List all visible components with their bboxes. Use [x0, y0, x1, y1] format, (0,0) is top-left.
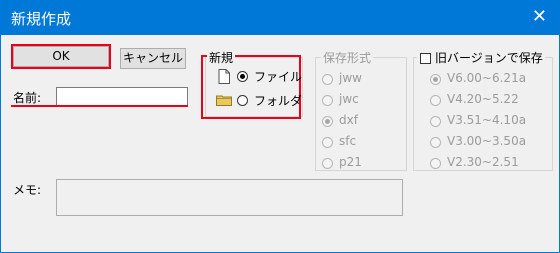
radio-jww[interactable]	[322, 74, 333, 85]
version-v600-label: V6.00~6.21a	[447, 71, 527, 85]
memo-textarea[interactable]	[56, 179, 403, 216]
name-input[interactable]	[56, 87, 188, 107]
radio-sfc[interactable]	[322, 137, 333, 148]
close-icon[interactable]: ✕	[532, 7, 547, 27]
window-title: 新規作成	[11, 10, 72, 28]
format-dxf-label: dxf	[339, 113, 358, 127]
ok-highlight	[11, 44, 111, 69]
radio-v300[interactable]	[430, 137, 441, 148]
old-version-checkbox[interactable]	[420, 53, 431, 64]
version-v351-label: V3.51~4.10a	[447, 113, 527, 127]
folder-icon	[216, 94, 232, 106]
name-underline	[11, 105, 188, 107]
version-v420-label: V4.20~5.22	[447, 92, 519, 106]
radio-dxf[interactable]	[322, 116, 333, 127]
radio-p21[interactable]	[322, 158, 333, 169]
format-jwc-label: jwc	[339, 92, 359, 106]
option-folder-label: フォルダ	[254, 94, 303, 108]
title-bar[interactable]: 新規作成 ✕	[1, 1, 559, 35]
radio-folder[interactable]	[237, 95, 248, 106]
radio-jwc[interactable]	[322, 95, 333, 106]
version-v230-label: V2.30~2.51	[447, 155, 519, 169]
radio-v420[interactable]	[430, 95, 441, 106]
cancel-button[interactable]: キャンセル	[120, 48, 186, 69]
format-legend: 保存形式	[321, 49, 374, 66]
format-jww-label: jww	[339, 71, 362, 85]
name-label: 名前:	[13, 91, 42, 105]
memo-label: メモ:	[13, 183, 42, 197]
version-v300-label: V3.00~3.50a	[447, 134, 527, 148]
format-p21-label: p21	[339, 155, 362, 169]
new-create-dialog: 新規作成 ✕ OK キャンセル 名前: 新規 ファイル フォルダ 保存形式 jw…	[0, 0, 560, 253]
radio-v600[interactable]	[430, 74, 441, 85]
new-type-legend: 新規	[207, 49, 236, 66]
radio-v230[interactable]	[430, 158, 441, 169]
radio-v351[interactable]	[430, 116, 441, 127]
old-version-legend: 旧バージョンで保存	[433, 49, 545, 66]
radio-file[interactable]	[237, 71, 248, 82]
option-file-label: ファイル	[254, 70, 303, 84]
format-sfc-label: sfc	[339, 134, 357, 148]
file-icon	[218, 69, 230, 84]
